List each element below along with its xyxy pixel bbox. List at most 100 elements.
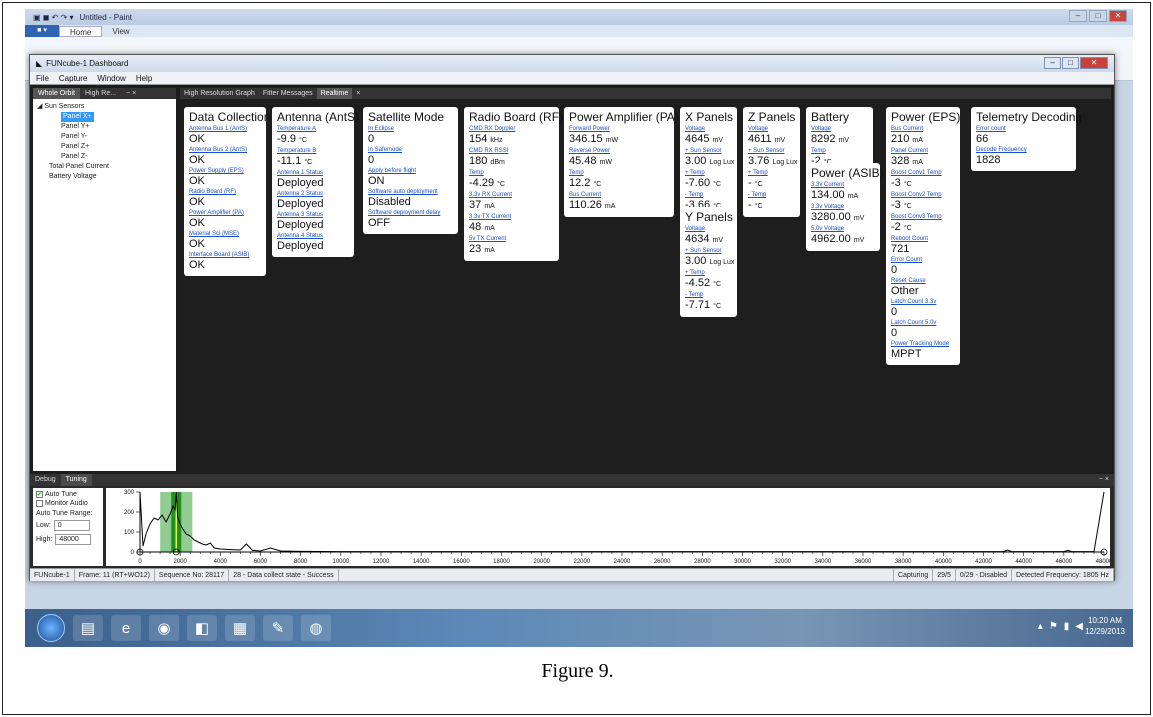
field-link[interactable]: Antenna Bus 1 (AntS) — [189, 126, 261, 133]
field-link[interactable]: Radio Board (RF) — [189, 189, 261, 196]
tab-view[interactable]: View — [102, 26, 139, 37]
field-link[interactable]: Voltage — [685, 126, 732, 133]
tab-fitter-messages[interactable]: Fitter Messages — [259, 88, 317, 99]
tree-item[interactable]: Total Panel Current — [37, 162, 172, 172]
start-button[interactable] — [37, 614, 65, 642]
flag-icon[interactable]: ⚑ — [1049, 621, 1058, 632]
field-link[interactable]: Boost Conv2 Temp — [891, 192, 955, 199]
field-link[interactable]: Software deployment delay — [368, 210, 453, 217]
field-link[interactable]: Antenna 1 Status — [277, 170, 349, 177]
field-link[interactable]: + Sun Sensor — [748, 148, 795, 155]
field-link[interactable]: Voltage — [685, 226, 732, 233]
field-link[interactable]: In Eclipse — [368, 126, 453, 133]
field-link[interactable]: CMD RX RSSI — [469, 148, 554, 155]
field-link[interactable]: Antenna 3 Status — [277, 212, 349, 219]
field-link[interactable]: 3.3v RX Current — [469, 192, 554, 199]
folder-icon[interactable]: ▤ — [73, 615, 103, 641]
cube-icon[interactable]: ▦ — [225, 615, 255, 641]
field-link[interactable]: Voltage — [811, 126, 868, 133]
field-link[interactable]: Reset Cause — [891, 278, 955, 285]
funcube-close-button[interactable]: ✕ — [1080, 57, 1108, 69]
field-link[interactable]: Bus Current — [569, 192, 669, 199]
field-link[interactable]: Temperature B — [277, 148, 349, 155]
field-link[interactable]: 3.3v TX Current — [469, 214, 554, 221]
menu-file[interactable]: File — [36, 72, 49, 84]
tab-home[interactable]: Home — [59, 26, 103, 37]
tab-whole-orbit[interactable]: Whole Orbit — [33, 88, 80, 99]
low-input[interactable]: 0 — [53, 520, 90, 531]
monitor-audio-checkbox[interactable]: Monitor Audio — [36, 499, 100, 508]
maximize-button[interactable]: □ — [1089, 10, 1107, 22]
field-link[interactable]: Error count — [976, 126, 1071, 133]
paint-menu-button[interactable]: ■ ▾ — [25, 25, 59, 37]
funcube-maximize-button[interactable]: □ — [1062, 57, 1079, 69]
menu-window[interactable]: Window — [97, 72, 125, 84]
tab-high-resolution-graph[interactable]: High Resolution Graph — [180, 88, 259, 99]
ie-icon[interactable]: e — [111, 615, 141, 641]
media-icon[interactable]: ◉ — [149, 615, 179, 641]
tab-debug[interactable]: Debug — [30, 474, 61, 486]
field-link[interactable]: CMD RX Doppler — [469, 126, 554, 133]
tree-item[interactable]: Panel Y- — [37, 132, 172, 142]
field-link[interactable]: 5.0v Voltage — [811, 226, 875, 233]
funcube-minimize-button[interactable]: ‒ — [1044, 57, 1061, 69]
close-button[interactable]: ✕ — [1109, 10, 1127, 22]
field-link[interactable]: + Sun Sensor — [685, 148, 732, 155]
field-link[interactable]: Power Amplifier (PA) — [189, 210, 261, 217]
field-link[interactable]: Apply before flight — [368, 168, 453, 175]
field-link[interactable]: Latch Count 3.3v — [891, 299, 955, 306]
field-link[interactable]: Antenna 2 Status — [277, 191, 349, 198]
field-link[interactable]: Power Supply (EPS) — [189, 168, 261, 175]
field-link[interactable]: Bus Current — [891, 126, 955, 133]
field-link[interactable]: + Temp — [685, 270, 732, 277]
field-link[interactable]: Boost Conv3 Temp — [891, 214, 955, 221]
field-link[interactable]: + Temp — [685, 170, 732, 177]
field-link[interactable]: 3.3v Current — [811, 182, 875, 189]
tab-tuning[interactable]: Tuning — [60, 474, 92, 486]
field-link[interactable]: 5v TX Current — [469, 236, 554, 243]
dish-icon[interactable]: ◍ — [301, 615, 331, 641]
tree-item[interactable]: Panel X+ — [37, 112, 172, 122]
field-link[interactable]: Temperature A — [277, 126, 349, 133]
tree-item[interactable]: Panel Y+ — [37, 122, 172, 132]
field-link[interactable]: Reverse Power — [569, 148, 669, 155]
field-link[interactable]: Temp — [469, 170, 554, 177]
speaker-icon[interactable]: ◀ — [1075, 621, 1083, 632]
tab-close-icon[interactable]: × — [352, 88, 364, 99]
tree-item[interactable]: Panel Z+ — [37, 142, 172, 152]
debug-panel-controls[interactable]: − × — [1094, 474, 1114, 486]
tree-item[interactable]: Battery Voltage — [37, 172, 172, 182]
field-link[interactable]: Material Sci (MSE) — [189, 231, 261, 238]
field-link[interactable]: Power Tracking Mode — [891, 341, 955, 348]
field-link[interactable]: Panel Current — [891, 148, 955, 155]
paint-quick-access[interactable]: ▣ ◼ ↶ ↷ ▾ — [33, 13, 74, 22]
field-link[interactable]: Interface Board (ASIB) — [189, 252, 261, 259]
minimize-button[interactable]: ‒ — [1069, 10, 1087, 22]
field-link[interactable]: Boost Conv1 Temp — [891, 170, 955, 177]
app-taskbar-icon[interactable]: ◧ — [187, 615, 217, 641]
tab-high-res[interactable]: High Re... — [80, 88, 121, 99]
field-link[interactable]: Error Count — [891, 257, 955, 264]
field-link[interactable]: + Temp — [748, 170, 795, 177]
field-link[interactable]: Voltage — [748, 126, 795, 133]
field-link[interactable]: Latch Count 5.0v — [891, 320, 955, 327]
field-link[interactable]: 3.3v Voltage — [811, 204, 875, 211]
field-link[interactable]: Temp — [569, 170, 669, 177]
auto-tune-checkbox[interactable]: ✔ Auto Tune — [36, 490, 100, 499]
field-link[interactable]: - Temp — [685, 292, 732, 299]
spectrum-graph[interactable]: 0 2000 4000 6000 8000 10000 12000 14000 16000 180… — [106, 488, 1113, 566]
tree-item[interactable]: Panel Z- — [37, 152, 172, 162]
high-input[interactable]: 48000 — [55, 534, 92, 545]
field-link[interactable]: Software auto deployment — [368, 189, 453, 196]
field-link[interactable]: Temp — [811, 148, 868, 155]
paint-icon[interactable]: ✎ — [263, 615, 293, 641]
field-link[interactable]: Antenna Bus 2 (AntS) — [189, 147, 261, 154]
signal-icon[interactable]: ▮ — [1064, 621, 1070, 632]
field-link[interactable]: In Safemode — [368, 147, 453, 154]
field-link[interactable]: Decode Frequency — [976, 147, 1071, 154]
field-link[interactable]: - Temp — [748, 192, 795, 199]
field-link[interactable]: - Temp — [685, 192, 732, 199]
field-link[interactable]: Antenna 4 Status — [277, 233, 349, 240]
menu-capture[interactable]: Capture — [59, 72, 87, 84]
clock[interactable]: 10:20 AM 12/29/2013 — [1085, 615, 1125, 637]
